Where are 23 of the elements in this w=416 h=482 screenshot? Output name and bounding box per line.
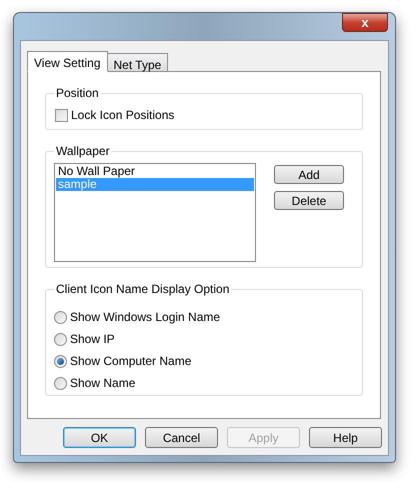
- group-title: Position: [55, 85, 100, 102]
- group-title: Client Icon Name Display Option: [55, 281, 230, 298]
- list-button[interactable]: Add: [274, 165, 344, 184]
- radio-label: Show IP: [70, 331, 115, 348]
- close-button[interactable]: x: [342, 13, 388, 32]
- dialog-button[interactable]: Help: [309, 427, 382, 448]
- list-button[interactable]: Delete: [274, 191, 344, 210]
- radio-button[interactable]: [54, 376, 67, 390]
- group-title: Wallpaper: [55, 143, 111, 160]
- checkbox-label: Lock Icon Positions: [71, 107, 174, 124]
- dialog-button[interactable]: Cancel: [145, 427, 218, 448]
- checkbox[interactable]: [55, 108, 68, 122]
- radio-label: Show Computer Name: [70, 353, 192, 370]
- radio-label: Show Windows Login Name: [70, 309, 220, 326]
- radio-button[interactable]: [54, 354, 67, 368]
- radio-button[interactable]: [54, 332, 67, 346]
- tab[interactable]: Net Type: [106, 53, 168, 72]
- radio-button[interactable]: [54, 310, 67, 324]
- radio-label: Show Name: [70, 375, 136, 392]
- dialog-button[interactable]: OK: [63, 427, 136, 448]
- wallpaper-list[interactable]: No Wall Paper sample: [54, 163, 256, 262]
- tab[interactable]: View Setting: [27, 51, 108, 72]
- list-item[interactable]: No Wall Paper: [56, 165, 254, 178]
